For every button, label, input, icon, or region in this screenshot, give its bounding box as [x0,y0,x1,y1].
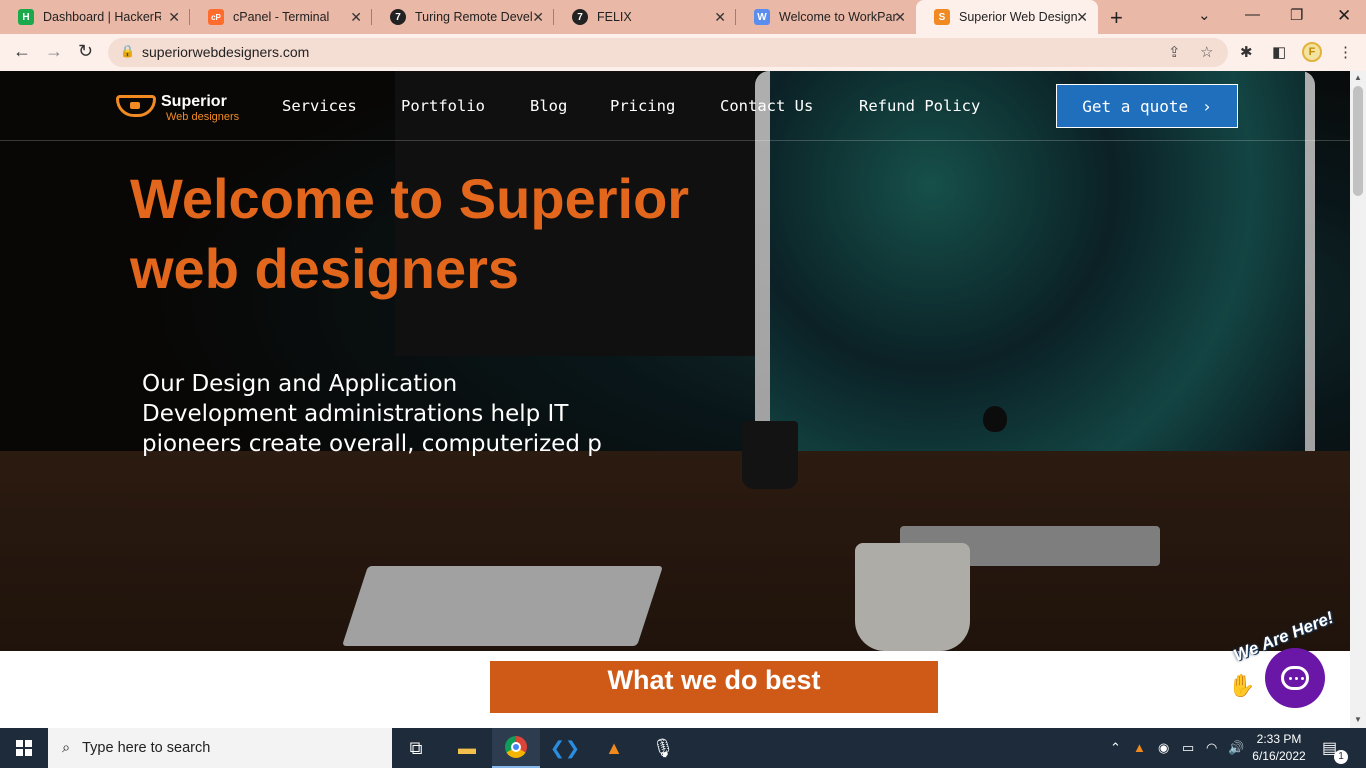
nav-pricing[interactable]: Pricing [610,97,675,115]
extensions-icon[interactable]: ✱ [1240,43,1253,61]
tab-workpar[interactable]: W Welcome to WorkPar ✕ [736,0,916,34]
close-icon[interactable]: ✕ [1076,9,1088,26]
taskbar-search-box[interactable]: ⌕ Type here to search [48,728,392,768]
notification-count-badge: 1 [1334,750,1348,764]
windows-logo-icon [16,740,32,756]
taskbar-clock[interactable]: 2:33 PM 6/16/2022 [1244,731,1314,765]
tab-title: Superior Web Designe [959,10,1077,24]
scrollbar-thumb[interactable] [1353,86,1363,196]
tab-title: FELIX [597,10,632,24]
lock-icon[interactable]: 🔒 [120,44,135,58]
hero-title: Welcome to Superior web designers [130,167,690,300]
get-a-quote-label: Get a quote [1082,96,1189,116]
site-header: Superior Web designers Services Portfoli… [0,71,1350,141]
clock-date: 6/16/2022 [1252,749,1306,763]
tab-title: Welcome to WorkPar [779,10,897,24]
page-scrollbar[interactable]: ▲ ▼ [1350,71,1366,728]
tab-search-chevron-icon[interactable]: ⌄ [1198,6,1211,24]
file-explorer-icon[interactable]: ▬ [443,728,491,768]
tray-overflow-chevron-icon[interactable]: ⌃ [1110,740,1121,756]
forward-icon[interactable]: → [45,41,63,62]
tab-hackerrank[interactable]: H Dashboard | HackerRa ✕ [0,0,190,34]
turing-icon: 7 [572,9,588,25]
logo-name: Superior [161,93,227,110]
reload-icon[interactable]: ↻ [78,41,93,62]
share-icon[interactable]: ⇪ [1168,43,1181,61]
cpanel-icon: cP [208,9,224,25]
chrome-icon[interactable] [492,728,540,768]
bookmark-star-icon[interactable]: ☆ [1200,43,1213,61]
search-icon: ⌕ [62,740,71,756]
workpar-icon: W [754,9,770,25]
close-icon[interactable]: ✕ [894,9,906,26]
section-heading-what-we-do-best: What we do best [490,661,938,713]
nav-refund-policy[interactable]: Refund Policy [859,97,980,115]
tab-title: Turing Remote Develo [415,10,533,24]
close-icon[interactable]: ✕ [350,9,362,26]
tab-turing[interactable]: 7 Turing Remote Develo ✕ [372,0,554,34]
logo-subtitle: Web designers [166,111,240,123]
new-tab-button[interactable]: + [1110,5,1123,31]
web-page: Superior Web designers Services Portfoli… [0,71,1350,728]
scroll-down-icon[interactable]: ▼ [1354,715,1362,724]
battery-icon[interactable]: ▭ [1182,740,1194,756]
tab-felix[interactable]: 7 FELIX ✕ [554,0,736,34]
start-button[interactable] [0,728,48,768]
wifi-icon[interactable]: ◠ [1206,740,1217,756]
browser-tab-strip: H Dashboard | HackerRa ✕ cP cPanel - Ter… [0,0,1366,34]
tab-title: Dashboard | HackerRa [43,10,161,24]
live-chat-button[interactable] [1265,648,1325,708]
hero-overlay [0,71,1350,651]
tab-title: cPanel - Terminal [233,10,330,24]
tray-meet-icon[interactable]: ◉ [1158,740,1169,756]
scroll-up-icon[interactable]: ▲ [1354,73,1362,82]
tab-cpanel[interactable]: cP cPanel - Terminal ✕ [190,0,372,34]
turing-icon: 7 [390,9,406,25]
hackerrank-icon: H [18,9,34,25]
tab-superior-active[interactable]: S Superior Web Designe ✕ [916,0,1098,34]
voice-recorder-icon[interactable]: 🎙 [639,728,687,768]
close-icon[interactable]: ✕ [714,9,726,26]
side-panel-icon[interactable]: ◧ [1272,43,1286,61]
close-icon[interactable]: ✕ [532,9,544,26]
nav-blog[interactable]: Blog [530,97,567,115]
clock-time: 2:33 PM [1256,732,1302,746]
close-icon[interactable]: ✕ [168,9,180,26]
address-bar[interactable]: 🔒 superiorwebdesigners.com ⇪ ☆ [108,38,1228,67]
vlc-icon[interactable]: ▲ [590,728,638,768]
tray-vlc-icon[interactable]: ▲ [1133,740,1146,755]
chat-bubble-icon [1281,666,1309,690]
nav-services[interactable]: Services [282,97,357,115]
superior-icon: S [934,9,950,25]
chevron-right-icon: › [1202,96,1212,116]
nav-contact-us[interactable]: Contact Us [720,97,813,115]
volume-icon[interactable]: 🔊 [1228,740,1244,756]
windows-taskbar: ⌕ Type here to search ⧉ ▬ ❮❯ ▲ 🎙 ⌃ ▲ ◉ ▭… [0,728,1366,768]
menu-kebab-icon[interactable]: ⋮ [1338,43,1353,61]
get-a-quote-button[interactable]: Get a quote › [1056,84,1238,128]
task-view-icon[interactable]: ⧉ [392,728,440,768]
url-text[interactable]: superiorwebdesigners.com [142,44,309,60]
window-close-icon[interactable]: ✕ [1337,6,1351,26]
restore-icon[interactable]: ❐ [1290,6,1303,24]
waving-hand-icon: ✋ [1228,673,1256,698]
vscode-icon[interactable]: ❮❯ [541,728,589,768]
nav-portfolio[interactable]: Portfolio [401,97,485,115]
logo-mark-dot [130,102,140,109]
search-placeholder: Type here to search [82,740,211,756]
hero-subtitle: Our Design and Application Development a… [142,371,602,457]
profile-avatar[interactable]: F [1302,42,1322,62]
minimize-icon[interactable]: — [1245,6,1260,23]
browser-toolbar: ← → ↻ 🔒 superiorwebdesigners.com ⇪ ☆ ✱ ◧… [0,34,1366,71]
site-logo[interactable]: Superior Web designers [116,93,246,127]
back-icon[interactable]: ← [13,41,31,62]
hero-section: Superior Web designers Services Portfoli… [0,71,1350,651]
